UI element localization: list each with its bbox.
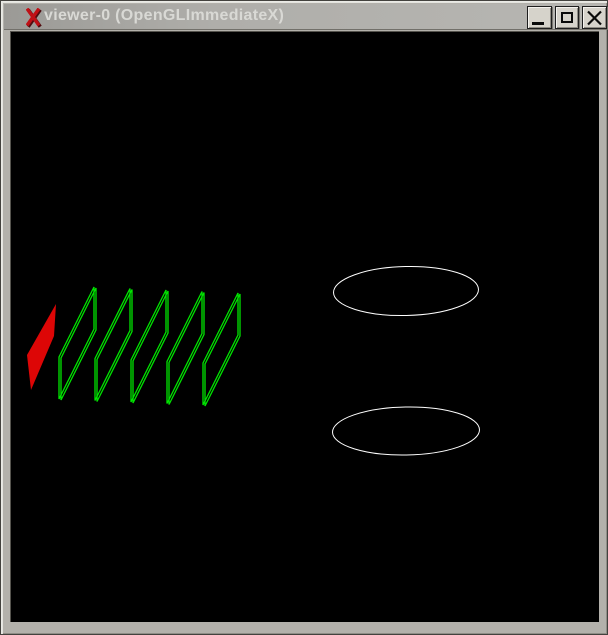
window-title: viewer-0 (OpenGLImmediateX): [44, 7, 284, 25]
x11-logo-icon[interactable]: [26, 8, 42, 28]
red-slab: [27, 304, 56, 390]
minimize-icon: [532, 22, 544, 25]
maximize-button[interactable]: [555, 6, 579, 29]
minimize-button[interactable]: [527, 6, 552, 29]
gl-scene: [11, 32, 600, 623]
bottom-ellipse: [332, 406, 480, 457]
close-icon: [586, 10, 603, 26]
opengl-viewport[interactable]: [10, 31, 599, 622]
close-button[interactable]: [582, 6, 607, 29]
viewer-window: viewer-0 (OpenGLImmediateX): [0, 0, 608, 635]
top-ellipse: [333, 265, 479, 317]
title-bar[interactable]: viewer-0 (OpenGLImmediateX): [4, 4, 606, 30]
maximize-icon: [561, 12, 573, 23]
